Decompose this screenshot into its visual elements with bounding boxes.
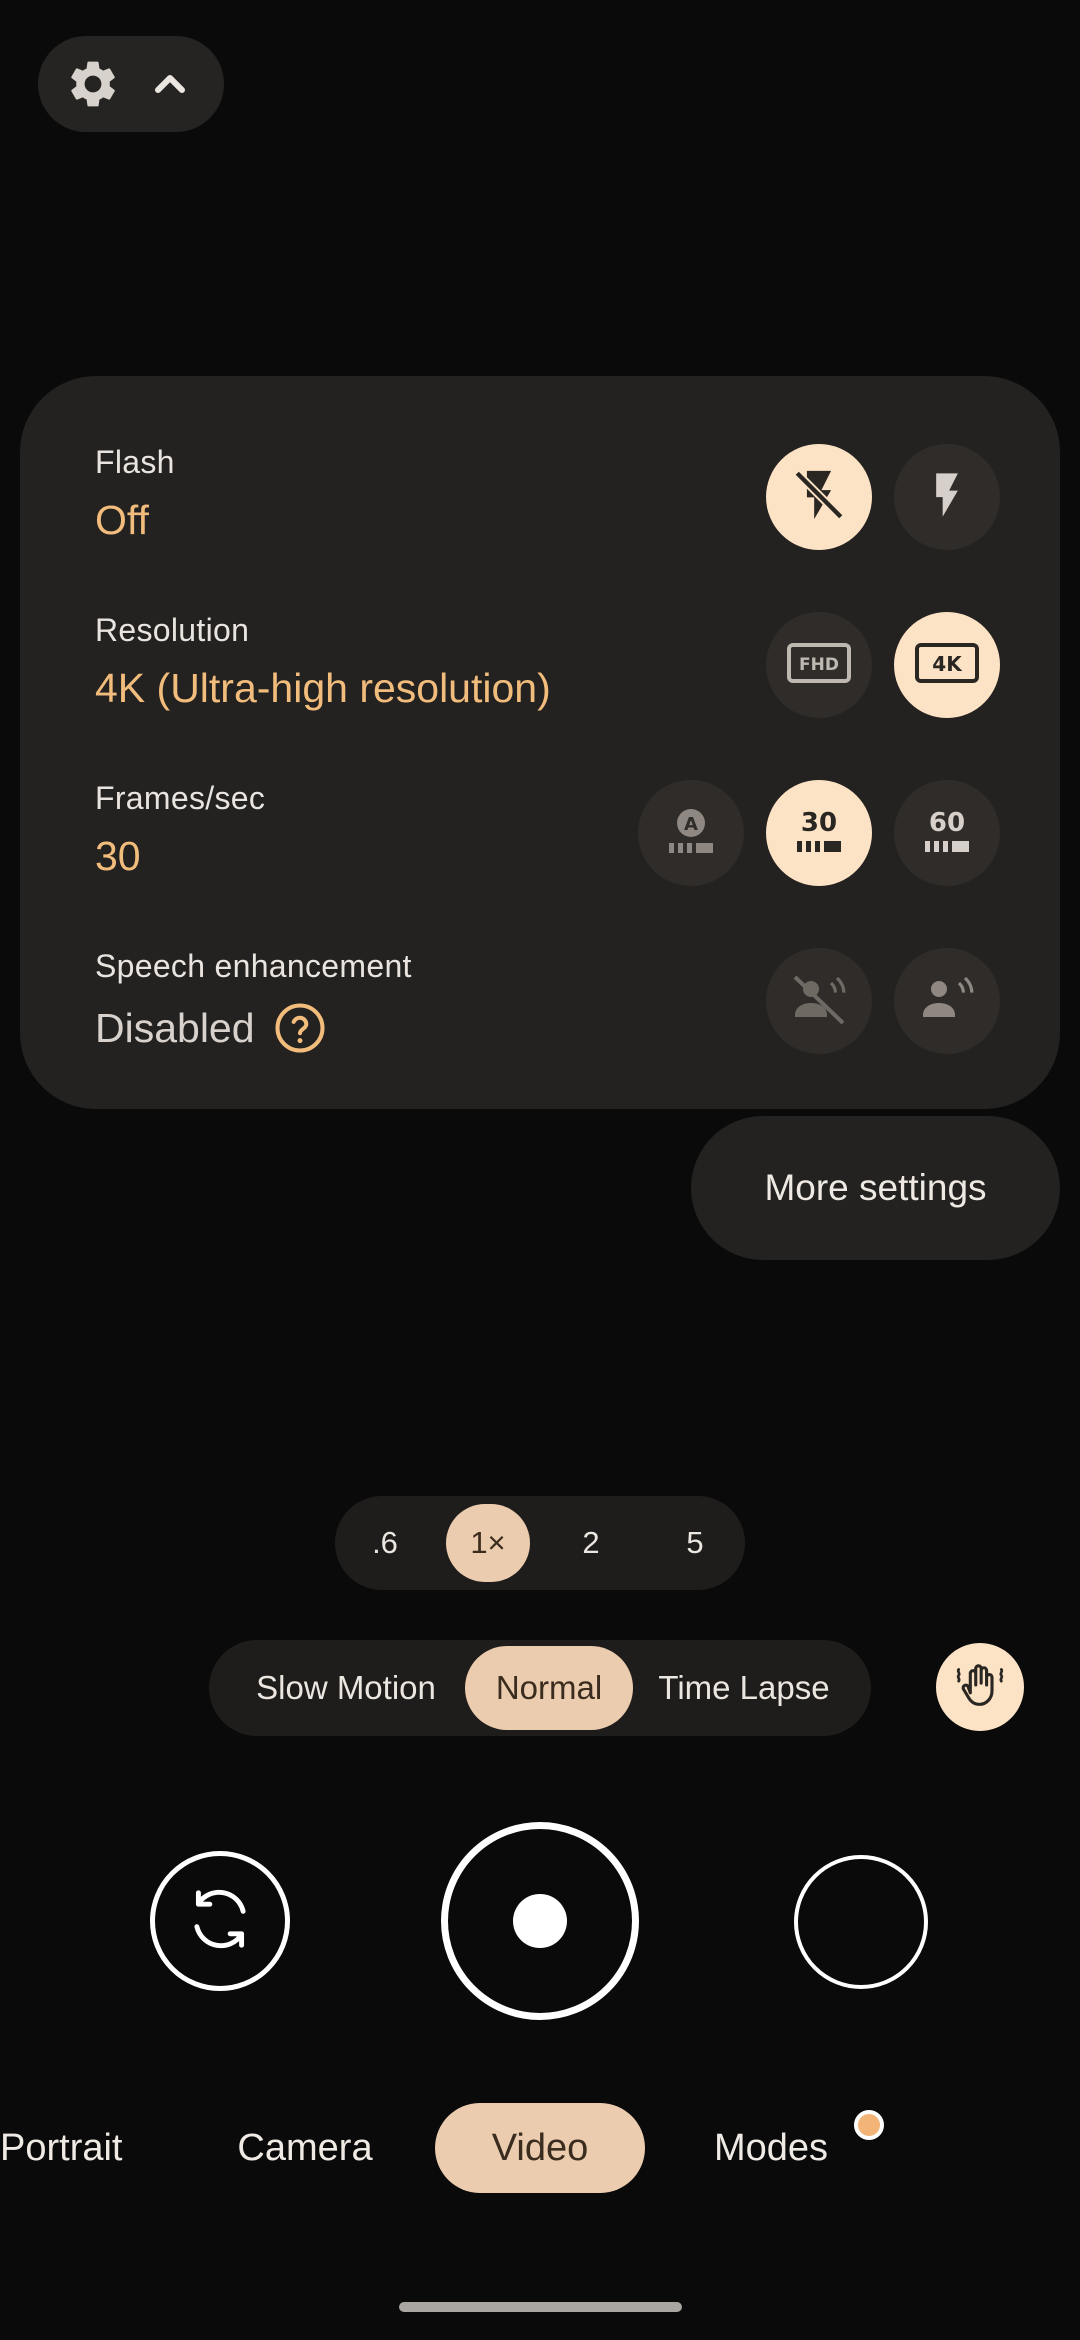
- svg-text:30: 30: [801, 808, 837, 838]
- zoom-1x-button[interactable]: 1×: [446, 1504, 530, 1582]
- speech-value: Disabled: [95, 1004, 255, 1051]
- speech-setting-row: Speech enhancement Disabled: [95, 948, 1000, 1078]
- flip-camera-icon: [183, 1882, 257, 1961]
- quick-settings-toggle[interactable]: [38, 36, 224, 132]
- more-settings-button[interactable]: More settings: [691, 1116, 1060, 1260]
- help-circle-icon[interactable]: [273, 1001, 327, 1055]
- fps-setting-row: Frames/sec 30 A 30 60: [95, 780, 1000, 910]
- tab-modes[interactable]: Modes: [700, 2103, 842, 2193]
- gear-icon[interactable]: [61, 52, 125, 116]
- flash-on-icon: [921, 469, 973, 526]
- chevron-up-icon[interactable]: [138, 52, 202, 116]
- svg-text:A: A: [684, 814, 698, 835]
- fhd-icon: FHD: [786, 641, 852, 690]
- stabilization-button[interactable]: [936, 1643, 1024, 1731]
- flash-off-button[interactable]: [766, 444, 872, 550]
- home-indicator[interactable]: [399, 2302, 682, 2312]
- mode-time-lapse[interactable]: Time Lapse: [637, 1646, 851, 1730]
- mode-slow-motion[interactable]: Slow Motion: [231, 1646, 461, 1730]
- switch-camera-button[interactable]: [150, 1851, 290, 1991]
- video-mode-selector: Slow Motion Normal Time Lapse: [209, 1640, 871, 1736]
- speech-on-button[interactable]: [894, 948, 1000, 1054]
- fps-auto-button[interactable]: A: [638, 780, 744, 886]
- fps-60-button[interactable]: 60: [894, 780, 1000, 886]
- flash-setting-row: Flash Off: [95, 444, 1000, 574]
- fps-auto-icon: A: [663, 803, 719, 864]
- resolution-4k-button[interactable]: 4K: [894, 612, 1000, 718]
- record-dot-icon: [513, 1894, 567, 1948]
- speech-off-button[interactable]: [766, 948, 872, 1054]
- video-settings-panel: Flash Off Resolution 4K (Ultra-high reso…: [20, 376, 1060, 1109]
- resolution-fhd-button[interactable]: FHD: [766, 612, 872, 718]
- fps-30-button[interactable]: 30: [766, 780, 872, 886]
- speech-off-icon: [789, 971, 849, 1032]
- svg-text:60: 60: [929, 808, 965, 838]
- svg-text:FHD: FHD: [799, 655, 839, 675]
- flash-off-icon: [790, 466, 848, 529]
- zoom-2-button[interactable]: 2: [549, 1504, 633, 1582]
- mode-normal[interactable]: Normal: [465, 1646, 633, 1730]
- tab-video[interactable]: Video: [435, 2103, 645, 2193]
- zoom-5-button[interactable]: 5: [653, 1504, 737, 1582]
- zoom-selector: .6 1× 2 5: [335, 1496, 745, 1590]
- tab-portrait[interactable]: Portrait: [0, 2103, 132, 2193]
- resolution-setting-row: Resolution 4K (Ultra-high resolution) FH…: [95, 612, 1000, 742]
- notification-dot: [854, 2110, 884, 2140]
- tab-camera[interactable]: Camera: [222, 2103, 388, 2193]
- flash-on-button[interactable]: [894, 444, 1000, 550]
- svg-text:4K: 4K: [932, 652, 963, 676]
- zoom-0-6-button[interactable]: .6: [343, 1504, 427, 1582]
- hand-stabilization-icon: [949, 1654, 1011, 1721]
- record-button[interactable]: [441, 1822, 639, 2020]
- fps-30-icon: 30: [791, 803, 847, 864]
- 4k-icon: 4K: [914, 641, 980, 690]
- gallery-thumbnail[interactable]: [794, 1855, 928, 1989]
- fps-60-icon: 60: [919, 803, 975, 864]
- speech-on-icon: [917, 971, 977, 1032]
